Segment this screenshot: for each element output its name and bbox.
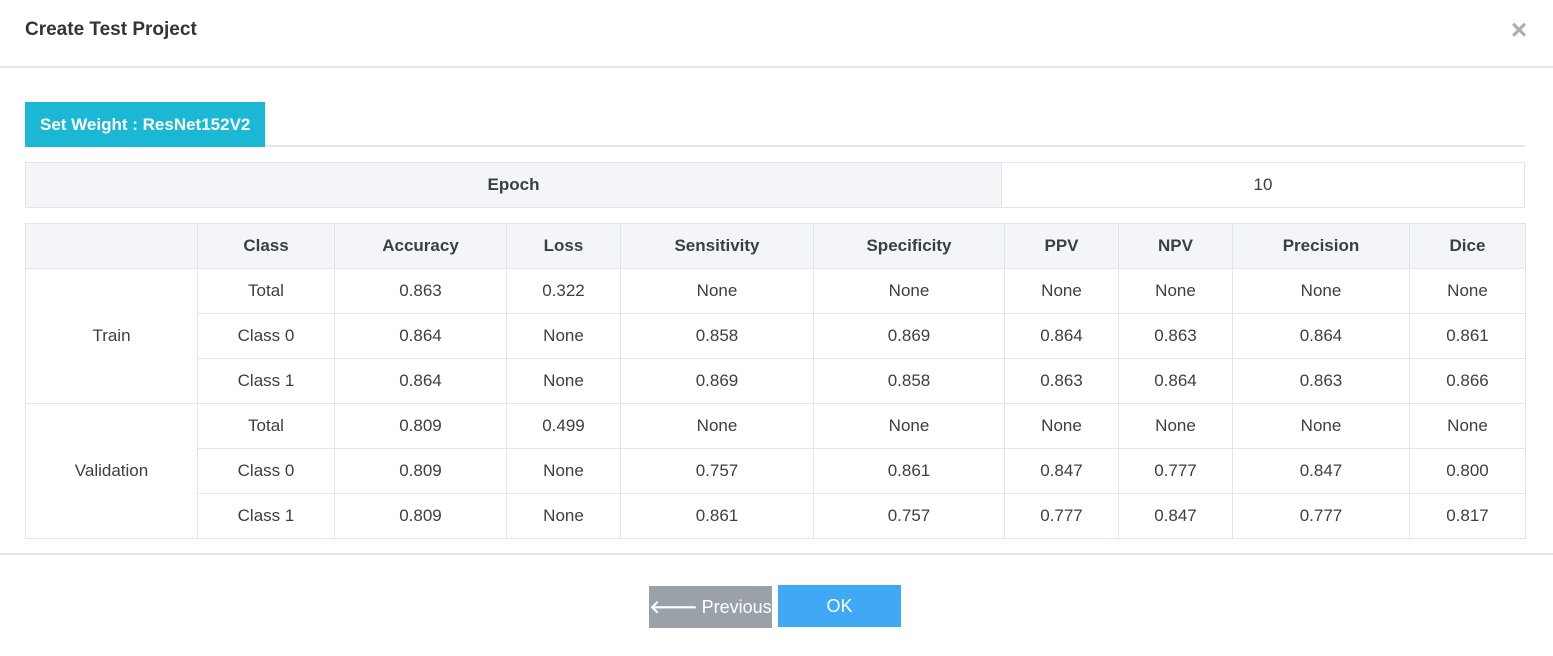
table-cell: 0.777 <box>1118 448 1233 494</box>
table-cell: 0.864 <box>1118 358 1233 404</box>
table-cell: 0.757 <box>813 493 1005 539</box>
table-cell: 0.869 <box>813 313 1005 359</box>
table-cell: None <box>813 403 1005 449</box>
table-cell: None <box>506 358 621 404</box>
table-cell: 0.817 <box>1409 493 1526 539</box>
metrics-header-row: Class Accuracy Loss Sensitivity Specificity P… <box>25 223 1526 269</box>
table-cell: 0.863 <box>1004 358 1119 404</box>
epoch-table: Epoch 10 <box>25 162 1525 208</box>
table-cell: 0.864 <box>1004 313 1119 359</box>
table-cell: None <box>620 403 814 449</box>
table-cell: 0.322 <box>506 268 621 314</box>
modal-title: Create Test Project <box>25 19 197 40</box>
column-header: Precision <box>1232 223 1410 269</box>
table-cell: 0.847 <box>1118 493 1233 539</box>
column-header: Sensitivity <box>620 223 814 269</box>
table-cell: None <box>1409 268 1526 314</box>
metrics-table: Class Accuracy Loss Sensitivity Specificity P… <box>25 223 1526 539</box>
group-label: Train <box>25 268 198 404</box>
column-header: Dice <box>1409 223 1526 269</box>
table-cell: Class 1 <box>197 358 335 404</box>
modal-header: Create Test Project × <box>0 0 1553 68</box>
column-header: Specificity <box>813 223 1005 269</box>
table-row: Train Total 0.863 0.322 None None None None None… <box>25 268 1526 404</box>
table-cell: 0.847 <box>1004 448 1119 494</box>
table-cell: 0.809 <box>334 403 507 449</box>
previous-button-label: Previous <box>701 596 772 617</box>
create-test-project-modal: Create Test Project × Set Weight : ResNe… <box>0 0 1553 656</box>
table-cell: None <box>1232 268 1410 314</box>
table-cell: 0.861 <box>813 448 1005 494</box>
table-cell: None <box>1004 403 1119 449</box>
table-cell: 0.809 <box>334 448 507 494</box>
table-cell: Class 0 <box>197 448 335 494</box>
table-cell: 0.864 <box>1232 313 1410 359</box>
table-cell: None <box>1118 403 1233 449</box>
column-header: NPV <box>1118 223 1233 269</box>
metrics-body: Train Total 0.863 0.322 None None None None None… <box>25 268 1526 539</box>
table-cell: None <box>506 313 621 359</box>
table-cell: 0.863 <box>1232 358 1410 404</box>
table-cell: 0.864 <box>334 313 507 359</box>
group-label: Validation <box>25 403 198 539</box>
table-cell: Total <box>197 403 335 449</box>
table-cell: 0.869 <box>620 358 814 404</box>
column-header: Class <box>197 223 335 269</box>
modal-footer <box>0 553 1553 555</box>
ok-button[interactable]: OK <box>778 585 901 627</box>
table-cell: 0.757 <box>620 448 814 494</box>
table-cell: Class 0 <box>197 313 335 359</box>
table-cell: 0.861 <box>1409 313 1526 359</box>
previous-button[interactable]: 🡐 Previous <box>649 586 772 628</box>
table-cell: None <box>813 268 1005 314</box>
table-cell: 0.800 <box>1409 448 1526 494</box>
epoch-label: Epoch <box>25 162 1002 208</box>
table-cell: 0.863 <box>1118 313 1233 359</box>
table-cell: Total <box>197 268 335 314</box>
table-row: Class 1 0.809 None 0.861 0.757 0.777 0.847 0.77… <box>26 493 1526 539</box>
table-cell: 0.847 <box>1232 448 1410 494</box>
tab-bar: Set Weight : ResNet152V2 <box>25 102 1525 147</box>
table-cell: 0.861 <box>620 493 814 539</box>
epoch-value: 10 <box>1001 162 1525 208</box>
table-row: Class 1 0.864 None 0.869 0.858 0.863 0.864 0.86… <box>26 358 1526 404</box>
table-cell: None <box>620 268 814 314</box>
table-cell: 0.499 <box>506 403 621 449</box>
table-cell: 0.866 <box>1409 358 1526 404</box>
tab-set-weight[interactable]: Set Weight : ResNet152V2 <box>25 102 266 147</box>
table-cell: 0.777 <box>1004 493 1119 539</box>
column-header: PPV <box>1004 223 1119 269</box>
table-cell: 0.858 <box>813 358 1005 404</box>
table-cell: 0.858 <box>620 313 814 359</box>
table-cell: 0.864 <box>334 358 507 404</box>
table-row: Class 0 0.809 None 0.757 0.861 0.847 0.777 0.84… <box>26 448 1526 494</box>
table-cell: None <box>506 493 621 539</box>
column-header: Loss <box>506 223 621 269</box>
epoch-row: Epoch 10 <box>25 162 1525 208</box>
table-cell: None <box>1118 268 1233 314</box>
table-row: Validation Total 0.809 0.499 None None None Non… <box>25 403 1526 539</box>
table-cell: None <box>1004 268 1119 314</box>
table-cell: None <box>506 448 621 494</box>
table-cell: None <box>1409 403 1526 449</box>
arrow-left-icon: 🡐 <box>649 596 698 617</box>
column-header: Accuracy <box>334 223 507 269</box>
table-cell: 0.863 <box>334 268 507 314</box>
table-cell: None <box>1232 403 1410 449</box>
table-row: Class 0 0.864 None 0.858 0.869 0.864 0.863 0.86… <box>26 313 1526 359</box>
column-header <box>25 223 198 269</box>
table-cell: Class 1 <box>197 493 335 539</box>
table-cell: 0.777 <box>1232 493 1410 539</box>
close-icon[interactable]: × <box>1509 16 1529 44</box>
table-cell: 0.809 <box>334 493 507 539</box>
